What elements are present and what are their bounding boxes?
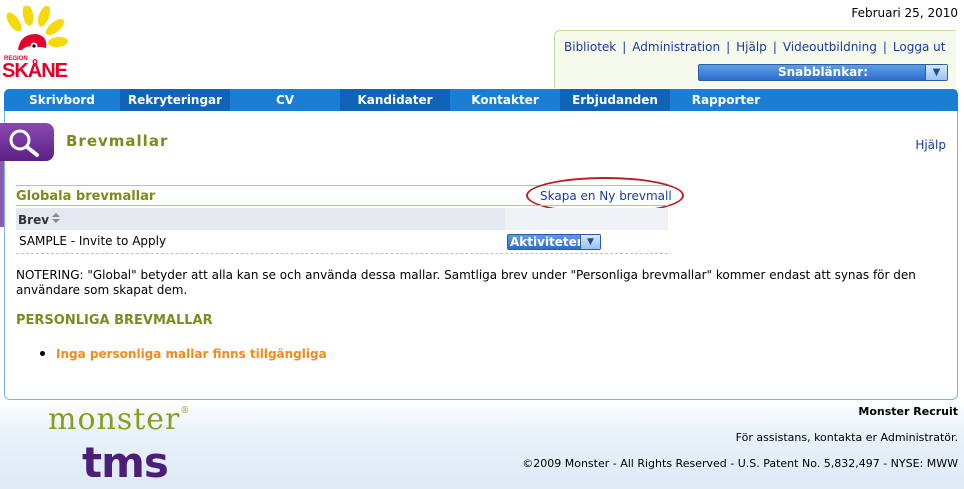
registered-mark: ® <box>180 406 191 416</box>
bullet-icon <box>40 351 45 356</box>
no-personal-templates-text: Inga personliga mallar finns tillgänglig… <box>56 347 327 361</box>
sort-icon[interactable] <box>51 212 61 224</box>
quicklinks-dropdown[interactable]: Snabblänkar: ▼ <box>698 64 948 81</box>
table-header <box>16 208 668 230</box>
column-header-cell <box>16 208 505 230</box>
global-section-title: Globala brevmallar <box>16 189 156 204</box>
search-tab[interactable] <box>0 123 54 161</box>
quicklinks-label: Snabblänkar: <box>777 65 868 79</box>
tab-rapporter[interactable]: Rapporter <box>670 89 782 111</box>
tab-skrivbord[interactable]: Skrivbord <box>4 89 120 111</box>
actions-label: Aktiviteter <box>510 235 583 249</box>
section-divider <box>16 205 668 206</box>
actions-dropdown[interactable]: Aktiviteter ▼ <box>507 234 601 250</box>
table-row-name[interactable]: SAMPLE - Invite to Apply <box>19 234 166 248</box>
footer-copyright: ©2009 Monster - All Rights Reserved - U.… <box>522 457 958 470</box>
link-videoutbildning[interactable]: Videoutbildning <box>783 40 877 54</box>
tab-cv[interactable]: CV <box>230 89 340 111</box>
search-tab-edge <box>0 161 4 227</box>
column-header-brev[interactable]: Brev <box>18 213 49 227</box>
help-link[interactable]: Hjälp <box>915 138 946 152</box>
personal-section-title: PERSONLIGA BREVMALLAR <box>16 313 213 328</box>
top-links: Bibliotek | Administration | Hjälp | Videoutbi… <box>564 40 945 54</box>
main-nav: Skrivbord Rekryteringar CV Kandidater Ko… <box>4 89 958 111</box>
chevron-down-icon[interactable]: ▼ <box>580 235 600 249</box>
chevron-down-icon[interactable]: ▼ <box>925 65 947 80</box>
link-logga-ut[interactable]: Logga ut <box>893 40 946 54</box>
link-separator: | <box>622 40 627 54</box>
magnifier-icon <box>9 129 39 157</box>
tms-logo: tms <box>82 438 169 487</box>
footer-brand: Monster Recruit <box>858 405 958 418</box>
notice-text: NOTERING: "Global" betyder att alla kan … <box>16 268 916 297</box>
row-divider <box>16 253 668 254</box>
monster-logo: monster® <box>48 402 190 437</box>
link-administration[interactable]: Administration <box>632 40 720 54</box>
tab-kandidater[interactable]: Kandidater <box>340 89 450 111</box>
link-hjalp[interactable]: Hjälp <box>736 40 767 54</box>
tab-erbjudanden[interactable]: Erbjudanden <box>560 89 670 111</box>
region-skane-logo: REGION SKÅNE <box>0 4 82 82</box>
current-date: Februari 25, 2010 <box>851 6 958 20</box>
link-separator: | <box>772 40 777 54</box>
monster-logo-text: monster <box>48 402 181 437</box>
link-bibliotek[interactable]: Bibliotek <box>564 40 616 54</box>
page-title: Brevmallar <box>66 132 169 150</box>
footer-assistance: För assistans, kontakta er Administratör… <box>735 431 958 444</box>
tab-rekryteringar[interactable]: Rekryteringar <box>120 89 230 111</box>
tab-kontakter[interactable]: Kontakter <box>450 89 560 111</box>
link-separator: | <box>882 40 887 54</box>
logo-skane-text: SKÅNE <box>2 58 68 80</box>
link-separator: | <box>726 40 731 54</box>
